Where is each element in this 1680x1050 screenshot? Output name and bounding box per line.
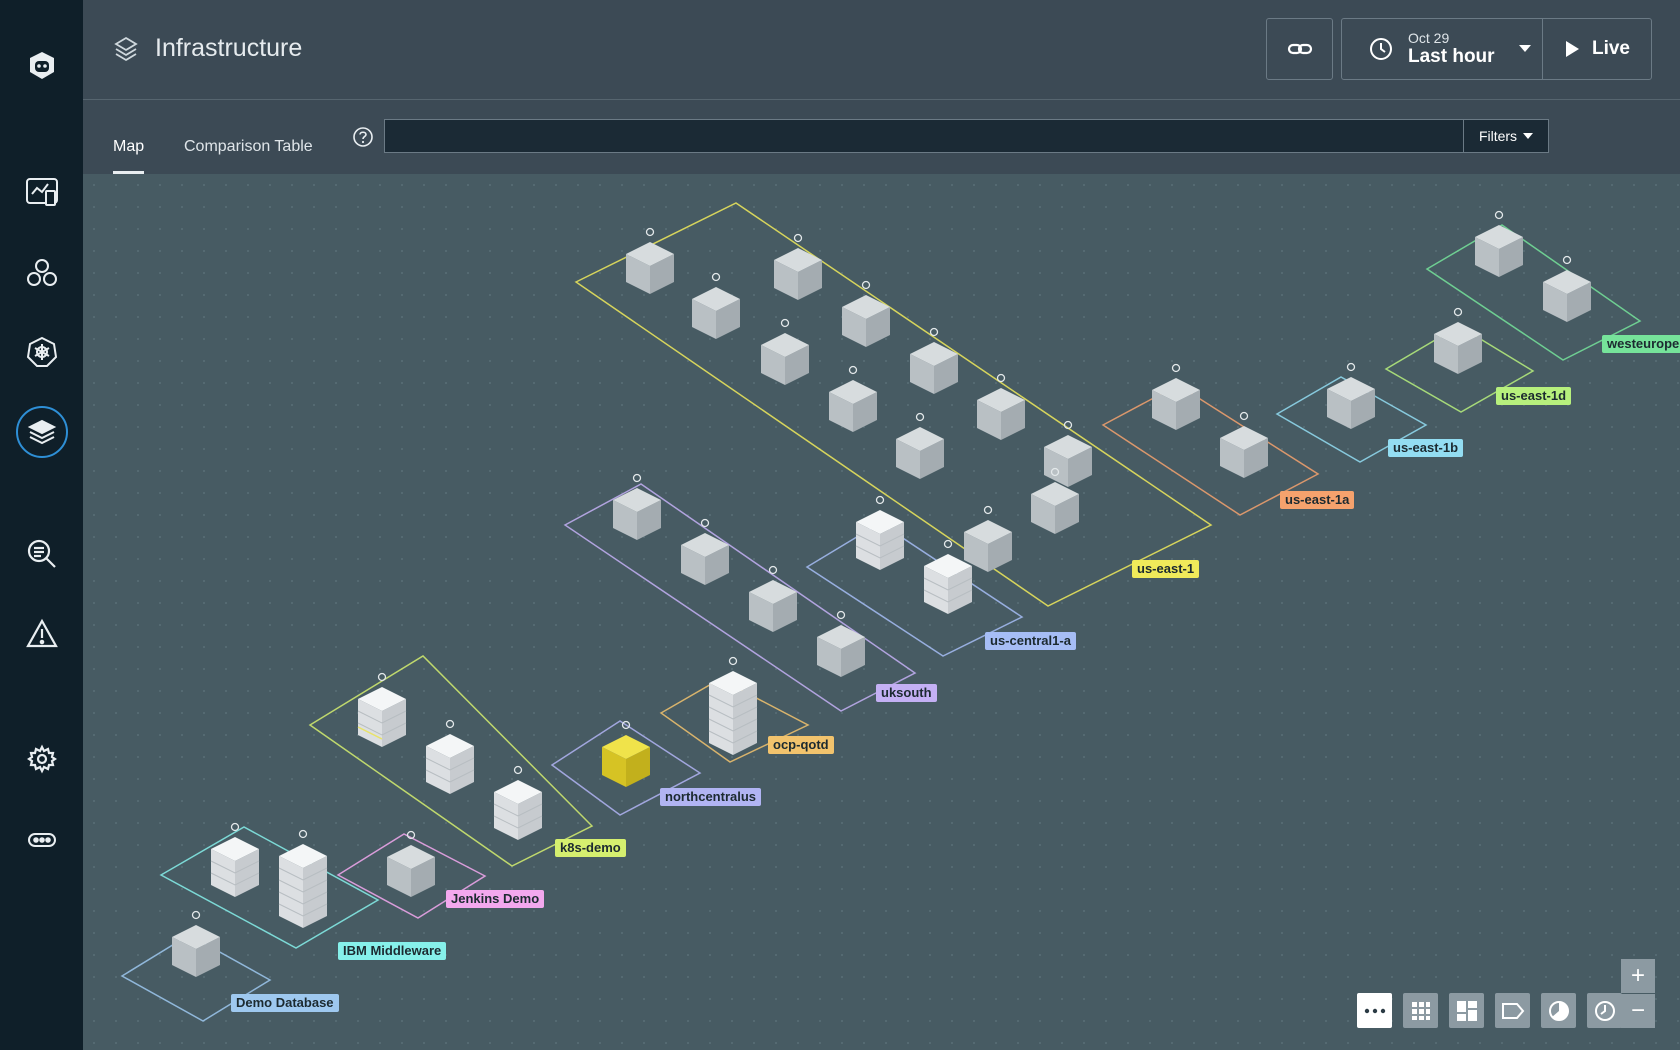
settings-icon[interactable]	[0, 729, 83, 789]
zoom-in-button[interactable]: +	[1621, 959, 1655, 993]
dashboard-icon[interactable]	[0, 162, 83, 222]
time-range-button[interactable]: Oct 29 Last hour	[1341, 18, 1543, 80]
host-node[interactable]	[1220, 411, 1268, 479]
zone-label[interactable]: northcentralus	[660, 788, 762, 806]
zone-label[interactable]: us-central1-a	[985, 632, 1076, 650]
kubernetes-icon[interactable]	[0, 322, 83, 382]
play-icon	[1565, 41, 1579, 57]
layout-icon[interactable]	[1449, 993, 1484, 1028]
host-node[interactable]	[1434, 307, 1482, 375]
logo-icon[interactable]	[0, 36, 83, 96]
host-node[interactable]	[977, 373, 1025, 441]
host-node[interactable]	[829, 365, 877, 433]
host-node[interactable]	[681, 518, 729, 586]
search-input[interactable]	[384, 119, 1464, 153]
host-node[interactable]	[1475, 210, 1523, 278]
host-node[interactable]	[692, 272, 740, 340]
clock-icon	[1370, 38, 1392, 60]
tag-icon[interactable]	[1495, 993, 1530, 1028]
infrastructure-icon[interactable]	[0, 402, 83, 462]
zone-label[interactable]: us-east-1	[1132, 560, 1200, 578]
host-node[interactable]	[1327, 362, 1375, 430]
applications-icon[interactable]	[0, 243, 83, 303]
chevron-down-icon	[1523, 133, 1534, 139]
time-range: Last hour	[1408, 46, 1495, 67]
host-node[interactable]	[387, 830, 435, 898]
grid-icon[interactable]	[1403, 993, 1438, 1028]
copy-link-button[interactable]	[1266, 18, 1333, 80]
zoom-out-button[interactable]: −	[1621, 994, 1655, 1028]
filters-button[interactable]: Filters	[1464, 119, 1549, 153]
host-node[interactable]	[626, 227, 674, 295]
tab-bar: Map Comparison Table Filters	[83, 100, 1680, 174]
host-node[interactable]	[425, 719, 475, 795]
zone-label[interactable]: us-east-1a	[1280, 491, 1355, 509]
tab-map[interactable]: Map	[113, 138, 145, 174]
link-icon	[1287, 43, 1312, 55]
top-bar: Infrastructure Oct 29 Last hour Live	[83, 0, 1680, 100]
host-node[interactable]	[761, 318, 809, 386]
host-node[interactable]	[210, 822, 260, 898]
host-node[interactable]	[357, 672, 407, 748]
host-node[interactable]	[172, 910, 220, 978]
tab-comparison-table[interactable]: Comparison Table	[184, 138, 313, 174]
more-icon[interactable]	[0, 810, 83, 870]
infrastructure-title-icon	[114, 36, 138, 62]
view-toolbar	[1357, 993, 1622, 1028]
filters-label: Filters	[1478, 128, 1518, 144]
chevron-down-icon	[1518, 45, 1531, 52]
host-node[interactable]	[493, 765, 543, 841]
zone-label[interactable]: k8s-demo	[555, 839, 626, 857]
help-icon[interactable]	[352, 126, 374, 148]
zone-label[interactable]: us-east-1d	[1496, 387, 1572, 405]
host-node[interactable]	[602, 720, 650, 788]
more-options-icon[interactable]	[1357, 993, 1392, 1028]
zone-label[interactable]: IBM Middleware	[338, 942, 447, 960]
live-label: Live	[1591, 38, 1631, 59]
host-node[interactable]	[749, 565, 797, 633]
live-button[interactable]: Live	[1542, 18, 1652, 80]
zone-label[interactable]: westeurope	[1602, 335, 1680, 353]
host-node[interactable]	[1044, 420, 1092, 488]
host-node[interactable]	[1152, 363, 1200, 431]
zone-label[interactable]: Jenkins Demo	[446, 890, 545, 908]
clock-icon[interactable]	[1587, 993, 1622, 1028]
analytics-icon[interactable]	[0, 524, 83, 584]
host-node[interactable]	[910, 327, 958, 395]
zone-label[interactable]: uksouth	[876, 684, 937, 702]
host-node[interactable]	[896, 412, 944, 480]
host-node[interactable]	[278, 829, 328, 929]
zone-k8s-demo[interactable]	[308, 655, 594, 867]
host-node[interactable]	[613, 473, 661, 541]
zone-label[interactable]: ocp-qotd	[768, 736, 834, 754]
host-node[interactable]	[964, 505, 1012, 573]
pie-icon[interactable]	[1541, 993, 1576, 1028]
map-canvas	[120, 202, 1642, 1022]
host-node[interactable]	[1543, 255, 1591, 323]
zone-label[interactable]: us-east-1b	[1388, 439, 1464, 457]
events-icon[interactable]	[0, 604, 83, 664]
time-date: Oct 29	[1408, 30, 1450, 46]
page-title: Infrastructure	[155, 34, 303, 62]
infrastructure-map[interactable]: Demo Database IBM Middleware Jenkins Demo k…	[83, 174, 1680, 1050]
zone-label[interactable]: Demo Database	[231, 994, 339, 1012]
host-node[interactable]	[708, 656, 758, 756]
sidebar	[0, 0, 83, 1050]
host-node[interactable]	[855, 495, 905, 571]
